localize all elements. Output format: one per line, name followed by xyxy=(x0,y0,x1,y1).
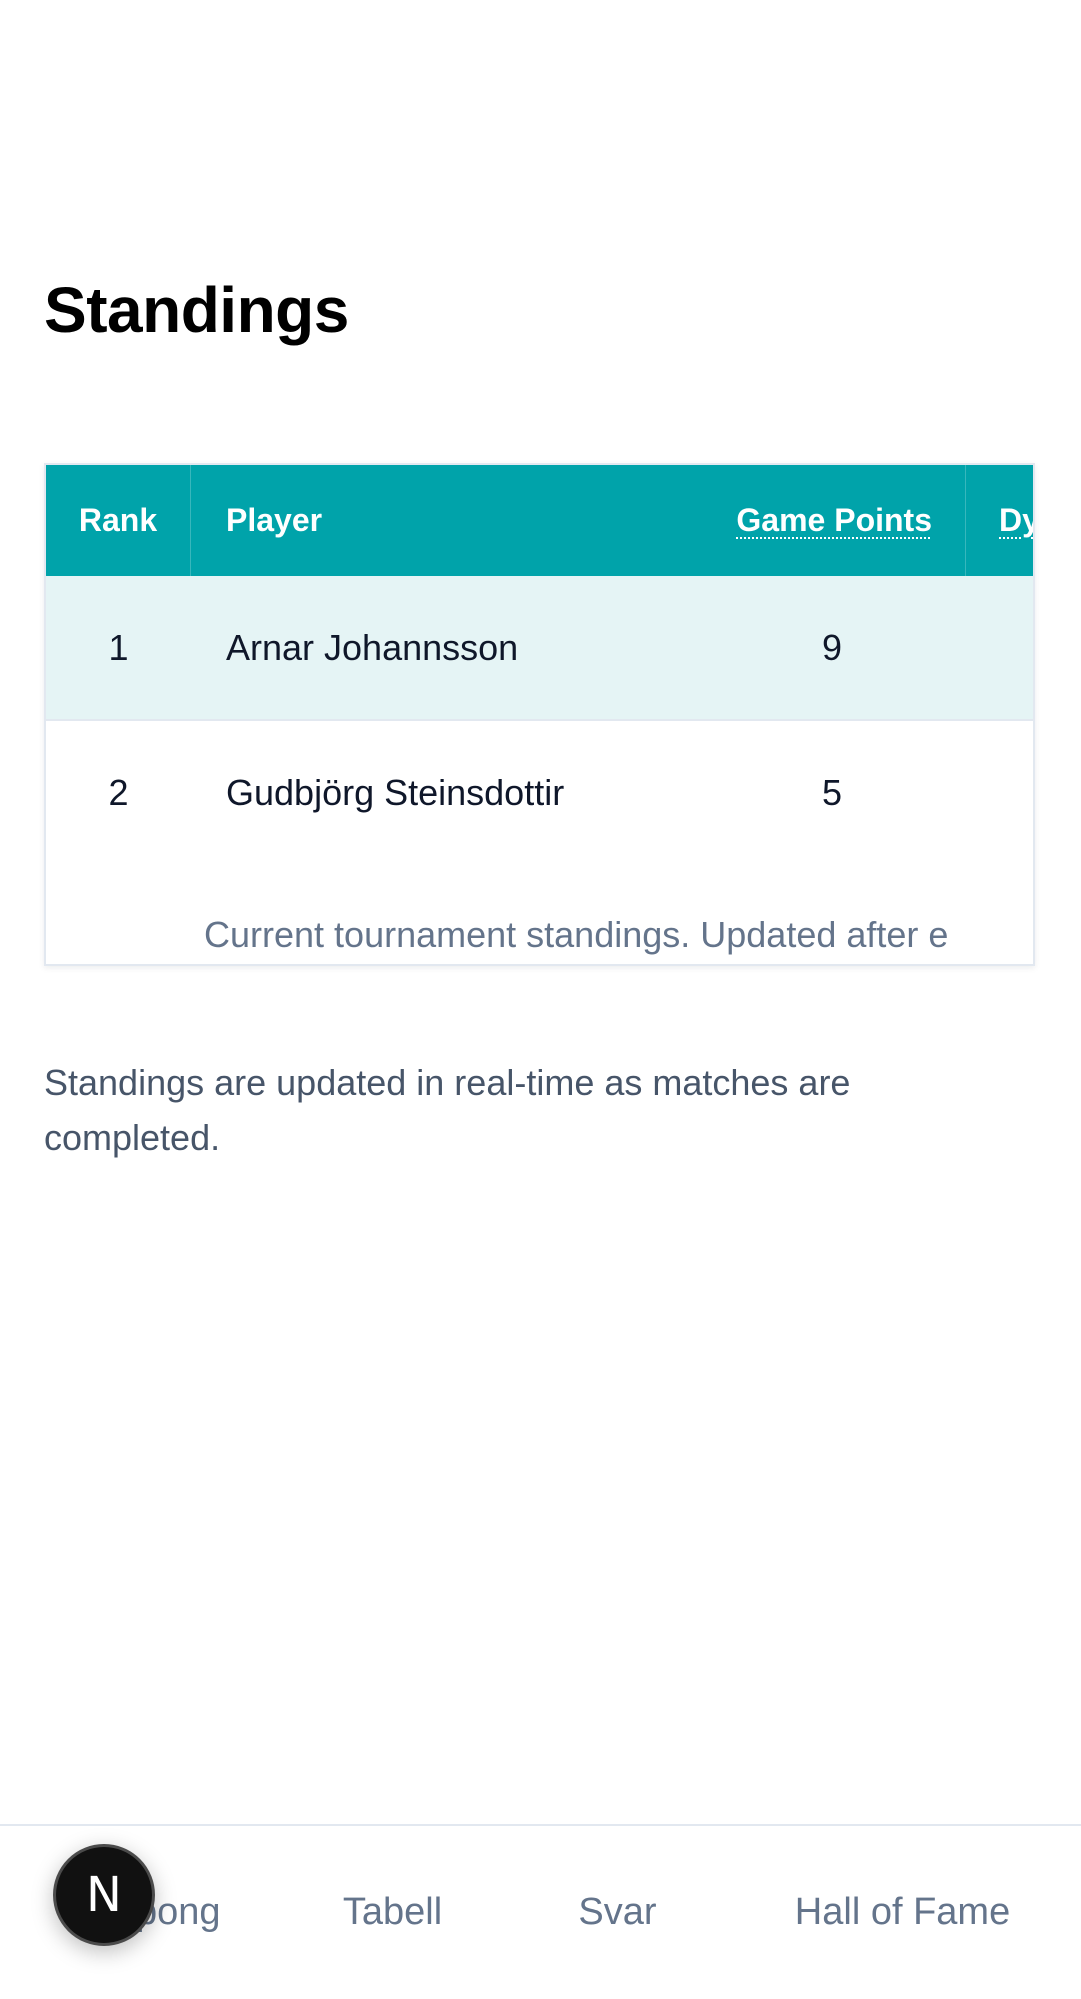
table-header: Rank Player Game Points Dyna xyxy=(46,465,1033,576)
game-points-column-header[interactable]: Game Points xyxy=(591,465,966,576)
player-cell: Gudbjörg Steinsdottir xyxy=(226,771,565,813)
standings-note: Standings are updated in real-time as ma… xyxy=(44,1062,851,1158)
dynamic-header-label[interactable]: Dyna xyxy=(999,502,1033,539)
game-points-cell: 5 xyxy=(821,771,843,813)
table-row: 2 Gudbjörg Steinsdottir 5 xyxy=(46,721,1033,866)
n-logo-icon[interactable]: N xyxy=(53,1844,155,1946)
game-points-header-label[interactable]: Game Points xyxy=(736,502,932,539)
table-row: 1 Arnar Johannsson 9 xyxy=(46,576,1033,721)
n-logo-letter: N xyxy=(86,1867,122,1923)
table-caption: Current tournament standings. Updated af… xyxy=(204,914,949,955)
player-cell: Arnar Johannsson xyxy=(226,626,519,668)
nav-item-tabell[interactable]: Tabell xyxy=(280,1826,505,1999)
dynamic-column-header[interactable]: Dyna xyxy=(966,465,1033,576)
rank-column-header: Rank xyxy=(46,465,191,576)
nav-item-hall-of-fame[interactable]: Hall of Fame xyxy=(740,1826,1065,1999)
game-points-cell: 9 xyxy=(821,626,843,668)
player-column-header: Player xyxy=(226,502,323,538)
rank-cell: 2 xyxy=(108,771,129,813)
nav-item-svar[interactable]: Svar xyxy=(520,1826,715,1999)
rank-cell: 1 xyxy=(108,626,129,668)
bottom-nav: Kupong Tabell Svar Hall of Fame xyxy=(0,1824,1081,1999)
standings-table: Rank Player Game Points Dyna 1 Arnar Joh… xyxy=(44,463,1035,966)
page-title: Standings xyxy=(44,274,349,346)
